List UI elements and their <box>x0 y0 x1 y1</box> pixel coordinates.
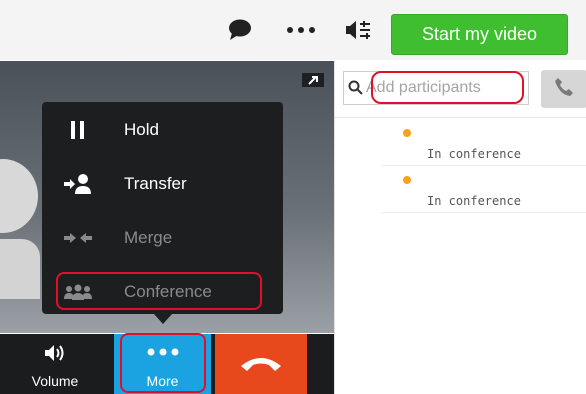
more-button[interactable]: More <box>114 334 211 394</box>
menu-item-transfer[interactable]: Transfer <box>42 158 283 210</box>
avatar-head <box>0 159 38 233</box>
volume-label: Volume <box>31 373 79 389</box>
expand-icon[interactable] <box>302 73 324 87</box>
call-button[interactable] <box>541 70 586 108</box>
status-dot <box>403 176 411 184</box>
volume-icon <box>0 344 110 362</box>
merge-icon <box>60 226 96 250</box>
menu-item-label: Merge <box>124 228 173 247</box>
call-controls: Volume More <box>0 334 334 394</box>
add-participants-field[interactable] <box>343 71 529 105</box>
chat-bubble-icon[interactable] <box>226 18 254 42</box>
phone-icon <box>554 77 574 102</box>
pause-icon <box>60 118 96 142</box>
participant-row[interactable]: In conference <box>381 166 586 213</box>
menu-item-label: Hold <box>124 120 159 139</box>
menu-pointer <box>154 314 172 324</box>
participants-panel: In conference In conference <box>334 61 586 394</box>
status-dot <box>403 129 411 137</box>
start-video-button[interactable]: Start my video <box>391 14 568 55</box>
transfer-icon <box>60 172 96 196</box>
menu-item-label: Transfer <box>124 174 187 193</box>
menu-item-hold[interactable]: Hold <box>42 104 283 156</box>
more-dots-icon <box>114 348 211 356</box>
menu-item-conference[interactable]: Conference <box>42 266 283 318</box>
participant-row[interactable]: In conference <box>381 119 586 166</box>
avatar-body <box>0 239 40 299</box>
hang-up-icon <box>215 354 307 372</box>
call-options-menu: Hold Transfer Merge Conference <box>42 102 283 314</box>
more-label: More <box>146 373 179 389</box>
conference-icon <box>60 280 96 304</box>
participant-status: In conference <box>427 147 521 161</box>
layout-toggle-icon[interactable] <box>343 18 373 42</box>
top-toolbar: Start my video <box>0 0 586 60</box>
hang-up-button[interactable] <box>215 334 307 394</box>
participant-status: In conference <box>427 194 521 208</box>
search-icon <box>348 80 364 101</box>
ellipsis-icon[interactable] <box>283 18 319 42</box>
divider <box>335 117 586 118</box>
menu-item-merge: Merge <box>42 212 283 264</box>
add-participants-input[interactable] <box>366 77 524 99</box>
menu-item-label: Conference <box>124 282 212 301</box>
volume-button[interactable]: Volume <box>0 334 110 394</box>
